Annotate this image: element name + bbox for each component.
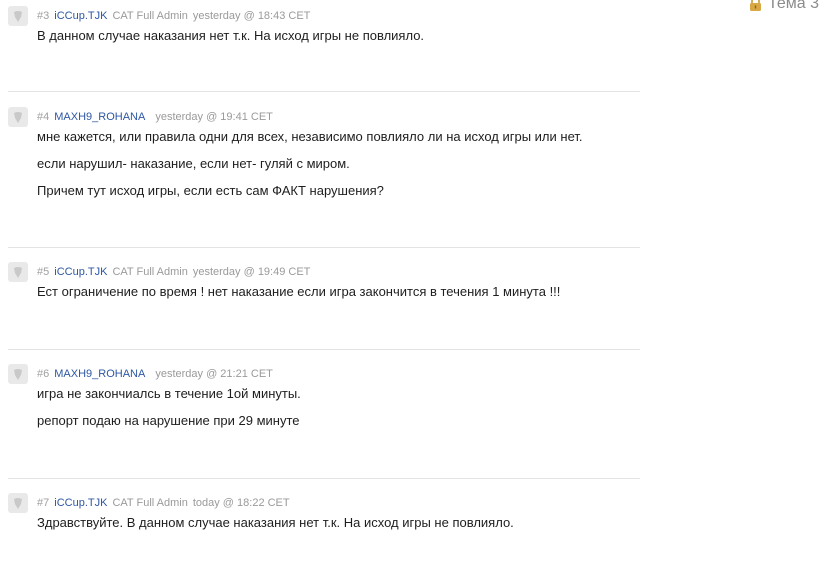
post-timestamp: today @ 18:22 CET: [192, 497, 290, 509]
post-divider: [8, 247, 640, 248]
post-number-link[interactable]: #5: [37, 266, 49, 278]
post-text-line: Причем тут исход игры, если есть сам ФАК…: [37, 183, 384, 198]
post-body: игра не закончиалсь в течение 1ой минуты…: [37, 385, 637, 439]
author-role: CAT Full Admin: [112, 266, 188, 278]
post-timestamp: yesterday @ 19:49 CET: [192, 266, 311, 278]
topic-title-text: Тема 3: [768, 0, 820, 12]
avatar[interactable]: [8, 364, 28, 384]
post-text-line: В данном случае наказания нет т.к. На ис…: [37, 28, 425, 43]
avatar[interactable]: [8, 262, 28, 282]
post-timestamp: yesterday @ 21:21 CET: [155, 368, 273, 380]
user-placeholder-icon: [14, 369, 22, 380]
author-role: CAT Full Admin: [112, 497, 188, 509]
post-text-line: если нарушил- наказание, если нет- гуляй…: [37, 156, 350, 171]
post-timestamp: yesterday @ 18:43 CET: [192, 10, 311, 22]
post-number-link[interactable]: #6: [37, 368, 49, 380]
post-text-line: мне кажется, или правила одни для всех, …: [37, 129, 583, 144]
avatar[interactable]: [8, 107, 28, 127]
post-divider: [8, 91, 640, 92]
post-meta: #7 iCCup.TJK CAT Full Admin today @ 18:2…: [37, 493, 290, 513]
author-link[interactable]: MAXH9_ROHANA: [54, 368, 145, 380]
post-meta: #6 MAXH9_ROHANA yesterday @ 21:21 CET: [37, 364, 273, 384]
avatar[interactable]: [8, 493, 28, 513]
lock-icon: [748, 0, 763, 11]
author-link[interactable]: MAXH9_ROHANA: [54, 111, 145, 123]
post-body: Ест ограничение по время ! нет наказание…: [37, 283, 637, 310]
user-placeholder-icon: [14, 112, 22, 123]
author-link[interactable]: iCCup.TJK: [54, 10, 107, 22]
post-text-line: репорт подаю на нарушение при 29 минуте: [37, 413, 300, 428]
author-link[interactable]: iCCup.TJK: [54, 497, 107, 509]
post-text-line: игра не закончиалсь в течение 1ой минуты…: [37, 386, 301, 401]
post-meta: #4 MAXH9_ROHANA yesterday @ 19:41 CET: [37, 107, 273, 127]
user-placeholder-icon: [14, 267, 22, 278]
avatar[interactable]: [8, 6, 28, 26]
post-timestamp: yesterday @ 19:41 CET: [155, 111, 273, 123]
post-number-link[interactable]: #3: [37, 10, 49, 22]
user-placeholder-icon: [14, 498, 22, 509]
post-divider: [8, 349, 640, 350]
post-body: В данном случае наказания нет т.к. На ис…: [37, 27, 637, 54]
post-number-link[interactable]: #4: [37, 111, 49, 123]
post-body: Здравствуйте. В данном случае наказания …: [37, 514, 637, 541]
post-meta: #3 iCCup.TJK CAT Full Admin yesterday @ …: [37, 6, 310, 26]
post-divider: [8, 478, 640, 479]
topic-title: Тема 3: [748, 0, 819, 14]
post-text-line: Ест ограничение по время ! нет наказание…: [37, 284, 561, 299]
user-placeholder-icon: [14, 11, 22, 22]
post-body: мне кажется, или правила одни для всех, …: [37, 128, 637, 209]
post-number-link[interactable]: #7: [37, 497, 49, 509]
post-text-line: Здравствуйте. В данном случае наказания …: [37, 515, 514, 530]
post-meta: #5 iCCup.TJK CAT Full Admin yesterday @ …: [37, 262, 310, 282]
author-link[interactable]: iCCup.TJK: [54, 266, 107, 278]
author-role: CAT Full Admin: [112, 10, 188, 22]
